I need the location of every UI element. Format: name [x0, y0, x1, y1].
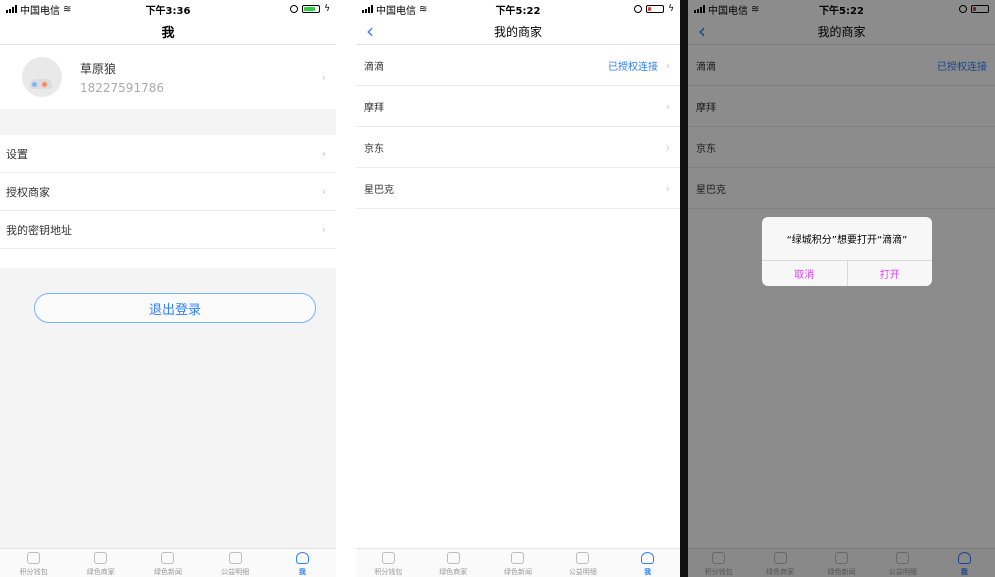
tab-green-merchants[interactable]: 绿色商家 [72, 548, 130, 577]
status-bar: 中国电信 ≋ 下午3:36 ϟ [0, 0, 336, 18]
carrier-label: 中国电信 [376, 5, 416, 17]
person-icon [295, 552, 309, 564]
alert-actions: 取消 打开 [762, 261, 932, 286]
chevron-right-icon: › [665, 99, 670, 113]
menu-item-label: 我的密钥地址 [6, 223, 72, 237]
wifi-icon: ≋ [419, 3, 428, 15]
menu-item-settings[interactable]: 设置 › [0, 135, 336, 173]
profile-name: 草原狼 [80, 61, 117, 76]
tab-me[interactable]: 我 [273, 548, 331, 577]
merchant-name: 滴滴 [364, 61, 384, 73]
merchant-item-starbucks[interactable]: 星巴克 › [356, 168, 680, 209]
status-time: 下午5:22 [495, 5, 541, 17]
orientation-lock-icon [634, 5, 643, 13]
charging-icon: ϟ [668, 4, 674, 14]
signal-icon [362, 5, 373, 13]
chevron-right-icon: › [321, 147, 326, 160]
logout-button[interactable]: 退出登录 [34, 293, 316, 323]
menu-item-key-address[interactable]: 我的密钥地址 › [0, 211, 336, 249]
chevron-right-icon: › [665, 140, 670, 154]
battery-icon [302, 5, 321, 13]
open-app-alert: “绿城积分”想要打开“滴滴” 取消 打开 [762, 217, 932, 286]
screen-divider [680, 0, 688, 577]
profile-screen: 中国电信 ≋ 下午3:36 ϟ 我 草原狼 18227591786 › 设置 ›… [0, 0, 336, 577]
wifi-icon: ≋ [63, 3, 72, 15]
orientation-lock-icon [290, 5, 299, 13]
merchant-item-mobike[interactable]: 摩拜 › [356, 86, 680, 127]
tab-green-news[interactable]: 绿色新闻 [489, 548, 547, 577]
tab-green-merchants[interactable]: 绿色商家 [424, 548, 482, 577]
back-icon[interactable]: ‹ [366, 19, 374, 43]
wallet-icon [381, 552, 395, 564]
screen-gap [336, 0, 356, 577]
cancel-button[interactable]: 取消 [762, 261, 847, 286]
merchant-name: 京东 [364, 143, 384, 155]
charging-icon: ϟ [324, 4, 330, 14]
tab-charity-details[interactable]: 公益明细 [206, 548, 264, 577]
news-icon [161, 552, 175, 564]
profile-phone: 18227591786 [80, 80, 164, 95]
tab-bar: 积分钱包 绿色商家 绿色新闻 公益明细 我 [356, 548, 680, 577]
menu-list: 设置 › 授权商家 › 我的密钥地址 › [0, 135, 336, 249]
page-title: 我的商家 [493, 24, 542, 39]
person-icon [641, 552, 655, 564]
modal-overlay [688, 0, 995, 577]
merchant-name: 星巴克 [364, 184, 394, 196]
news-icon [511, 552, 525, 564]
tab-green-news[interactable]: 绿色新闻 [139, 548, 197, 577]
merchant-item-didi[interactable]: 滴滴 已授权连接 › [356, 45, 680, 86]
battery-icon [646, 5, 665, 13]
carrier-label: 中国电信 [20, 5, 60, 17]
wallet-icon [27, 552, 41, 564]
merchants-screen: 中国电信 ≋ 下午5:22 ϟ ‹ 我的商家 滴滴 已授权连接 › 摩拜 › 京… [356, 0, 680, 577]
charity-icon [576, 552, 590, 564]
status-time: 下午3:36 [145, 5, 191, 17]
tab-wallet[interactable]: 积分钱包 [359, 548, 417, 577]
profile-card[interactable]: 草原狼 18227591786 › [0, 45, 336, 109]
merchants-alert-screen: 中国电信 ≋ 下午5:22 ‹ 我的商家 滴滴 已授权连接 摩拜 京东 星巴克 … [688, 0, 995, 577]
signal-icon [6, 5, 17, 13]
menu-item-authorized-merchants[interactable]: 授权商家 › [0, 173, 336, 211]
merchant-list: 滴滴 已授权连接 › 摩拜 › 京东 › 星巴克 › [356, 45, 680, 209]
nav-bar: 我 [0, 18, 336, 45]
tab-bar: 积分钱包 绿色商家 绿色新闻 公益明细 我 [0, 548, 336, 577]
menu-item-label: 设置 [6, 147, 28, 161]
page-title: 我 [161, 25, 175, 41]
chevron-right-icon: › [321, 223, 326, 236]
tab-charity-details[interactable]: 公益明细 [554, 548, 612, 577]
alert-message: “绿城积分”想要打开“滴滴” [762, 217, 932, 261]
section-divider [0, 109, 336, 135]
chevron-right-icon: › [321, 185, 326, 198]
nav-bar: ‹ 我的商家 [356, 18, 680, 45]
chevron-right-icon: › [665, 181, 670, 195]
tab-me[interactable]: 我 [619, 548, 677, 577]
merchant-item-jd[interactable]: 京东 › [356, 127, 680, 168]
status-bar: 中国电信 ≋ 下午5:22 ϟ [356, 0, 680, 18]
charity-icon [228, 552, 242, 564]
avatar [22, 57, 62, 97]
store-icon [94, 552, 108, 564]
chevron-right-icon: › [665, 58, 670, 72]
menu-item-label: 授权商家 [6, 185, 50, 199]
authorized-status: 已授权连接 [608, 61, 658, 73]
merchant-name: 摩拜 [364, 102, 384, 114]
chevron-right-icon: › [321, 70, 326, 84]
open-button[interactable]: 打开 [846, 261, 933, 286]
store-icon [446, 552, 460, 564]
tab-wallet[interactable]: 积分钱包 [5, 548, 63, 577]
